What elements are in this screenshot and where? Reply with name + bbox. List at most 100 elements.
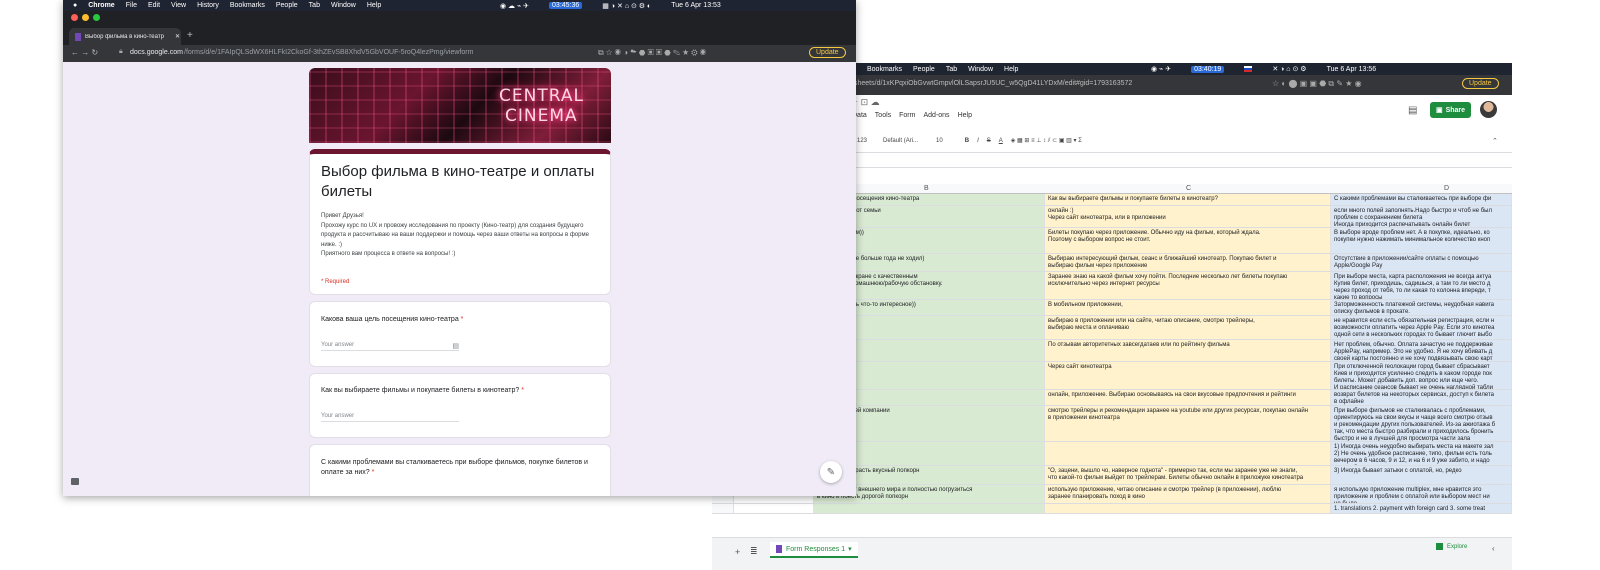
- menu-people-left[interactable]: People: [276, 2, 298, 9]
- tab-chevron-icon: ▾: [848, 546, 852, 553]
- question-2-input[interactable]: Your answer: [321, 413, 459, 422]
- required-star-3: *: [369, 469, 375, 476]
- sheet-tab-form-responses[interactable]: Form Responses 1 ▾: [770, 542, 858, 558]
- cell-d[interactable]: если много полей заполнять.Надо быстро и…: [1331, 206, 1512, 227]
- cell-b[interactable]: [814, 504, 1045, 513]
- minimize-window-icon[interactable]: [82, 14, 89, 21]
- tab-close-icon[interactable]: ✕: [175, 33, 180, 40]
- cell-d-text: Нет проблем, обычно. Оплата зачастую не …: [1334, 342, 1493, 361]
- question-1-input[interactable]: Your answer ▤: [321, 342, 459, 351]
- cell-d[interactable]: Нет проблем, обычно. Оплата зачастую не …: [1331, 340, 1512, 361]
- zoom-select[interactable]: 123: [857, 138, 867, 144]
- cell-c-text: Билеты покупаю через приложение. Обычно …: [1048, 230, 1261, 243]
- cell-d-text: 1) Иногда очень неудобно выбирать места …: [1334, 444, 1494, 464]
- new-tab-icon[interactable]: +: [187, 30, 193, 41]
- cell-c[interactable]: Через сайт кинотеатра: [1045, 362, 1331, 389]
- row-number-cell[interactable]: [712, 504, 734, 513]
- format-icons[interactable]: ◈ ▦ ⊞ ≡ ⊥ ↕ ⫽ ⊂ ▣ ▥ ▾ Σ: [1011, 137, 1082, 145]
- cell-d[interactable]: возврат билетов на некоторых сервисах, д…: [1331, 390, 1512, 405]
- cell-c[interactable]: Заранее знаю на какой фильм хочу пойти. …: [1045, 272, 1331, 299]
- header-d[interactable]: С какими проблемами вы сталкиваетесь при…: [1334, 196, 1491, 202]
- strike-button[interactable]: S: [987, 138, 991, 144]
- menu-addons[interactable]: Add-ons: [923, 112, 949, 119]
- menu-help-doc[interactable]: Help: [958, 112, 972, 119]
- col-b[interactable]: B: [924, 185, 929, 192]
- apple-icon[interactable]: ●: [73, 2, 77, 9]
- edit-fab-button[interactable]: ✎: [820, 461, 842, 483]
- cell-d[interactable]: Заторможенность платежной системы, неудо…: [1331, 300, 1512, 315]
- nav-icons[interactable]: ← → ↻: [71, 48, 98, 57]
- cell-c[interactable]: онлайн, приложение. Выбираю основываясь …: [1045, 390, 1331, 405]
- cell-c[interactable]: онлайн :) Через сайт кинотеатра, или в п…: [1045, 206, 1331, 227]
- cell-c[interactable]: По отзывам авторитетных завсегдатаев или…: [1045, 340, 1331, 361]
- question-3-label: С какими проблемами вы сталкиваетесь при…: [321, 459, 588, 476]
- menu-history[interactable]: History: [197, 2, 219, 9]
- cell-c[interactable]: [1045, 442, 1331, 465]
- sheets-url[interactable]: sheets/d/1xKPqxiObGvwtGmpvlOlLSapsrJU5UC…: [854, 80, 1132, 87]
- cell-c[interactable]: смотрю трейлеры и рекомендации заранее н…: [1045, 406, 1331, 441]
- update-button-left[interactable]: Update: [809, 47, 846, 58]
- menu-view[interactable]: View: [171, 2, 186, 9]
- cell-d[interactable]: Отсутствие в приложении/сайте оплаты с п…: [1331, 254, 1512, 271]
- side-panel-chevron-icon[interactable]: ‹: [1492, 544, 1495, 553]
- cell-d[interactable]: я использую приложение multiplex, мне нр…: [1331, 485, 1512, 503]
- status-timer: 03:40:19: [1191, 65, 1225, 73]
- menu-window[interactable]: Window: [968, 66, 993, 73]
- update-button[interactable]: Update: [1462, 78, 1499, 89]
- zoom-window-icon[interactable]: [93, 14, 100, 21]
- cell-d[interactable]: 3) Иногда бывает затыки с оплатой, но, р…: [1331, 466, 1512, 484]
- cell-d[interactable]: При выборе места, карта расположения не …: [1331, 272, 1512, 299]
- browser-ext-icons[interactable]: ⧉ ☆ ◉ ◑ ☁ ⬣ ▣ ▣ ⬣ ✎ ★ ⚙ ◉: [598, 48, 706, 58]
- font-select[interactable]: Default (Ari...: [883, 138, 918, 144]
- cell-c[interactable]: "О, зацени, вышло чо, наверное годнота" …: [1045, 466, 1331, 484]
- cell-d[interactable]: не нравится если есть обязательная регис…: [1331, 316, 1512, 339]
- cell-d[interactable]: При выборе фильмов не сталкивалась с про…: [1331, 406, 1512, 441]
- cell-d[interactable]: 1. translations 2. payment with foreign …: [1331, 504, 1512, 513]
- menu-window-left[interactable]: Window: [331, 2, 356, 9]
- bold-button[interactable]: B: [965, 138, 969, 144]
- explore-button[interactable]: Explore: [1436, 543, 1467, 550]
- menu-people[interactable]: People: [913, 66, 935, 73]
- menu-tab-left[interactable]: Tab: [309, 2, 320, 9]
- share-button[interactable]: ▣ Share: [1430, 102, 1471, 118]
- menu-tab[interactable]: Tab: [946, 66, 957, 73]
- avatar[interactable]: [1480, 101, 1497, 118]
- menu-edit[interactable]: Edit: [148, 2, 160, 9]
- keyboard-icon[interactable]: ▤: [452, 342, 459, 350]
- menu-file[interactable]: File: [126, 2, 137, 9]
- cell-c[interactable]: выбираю в приложении или на сайте, читаю…: [1045, 316, 1331, 339]
- menu-help-left[interactable]: Help: [367, 2, 381, 9]
- header-c[interactable]: Как вы выбираете фильмы и покупаете биле…: [1048, 196, 1218, 202]
- menu-bookmarks[interactable]: Bookmarks: [867, 66, 902, 73]
- cell-d[interactable]: 1) Иногда очень неудобно выбирать места …: [1331, 442, 1512, 465]
- text-color-button[interactable]: A: [999, 138, 1003, 144]
- size-select[interactable]: 10: [936, 138, 943, 144]
- cell-c[interactable]: Выбираю интересующий фильм, сеанс и ближ…: [1045, 254, 1331, 271]
- comment-icon[interactable]: ▤: [1408, 105, 1417, 116]
- feedback-icon[interactable]: [71, 478, 79, 485]
- menu-tools[interactable]: Tools: [875, 112, 891, 119]
- active-tab[interactable]: Выбор фильма в кино-театр ✕: [69, 28, 181, 45]
- cell-c[interactable]: Билеты покупаю через приложение. Обычно …: [1045, 228, 1331, 253]
- add-sheet-icon[interactable]: +: [735, 547, 740, 557]
- menu-bookmarks-left[interactable]: Bookmarks: [230, 2, 265, 9]
- menu-form[interactable]: Form: [899, 112, 915, 119]
- cell-a[interactable]: [734, 504, 814, 513]
- url-host[interactable]: docs.google.com: [130, 49, 183, 56]
- question-card-1: Какова ваша цель посещения кино-театра *…: [309, 301, 611, 367]
- col-c[interactable]: C: [1186, 185, 1191, 192]
- col-d[interactable]: D: [1444, 185, 1449, 192]
- url-path[interactable]: /forms/d/e/1FAIpQLSdWX6HLFkI2CkoGf-3thZE…: [184, 49, 473, 56]
- cell-c[interactable]: [1045, 504, 1331, 513]
- collapse-icon[interactable]: ⌃: [1492, 137, 1498, 145]
- cell-c[interactable]: использую приложение, читаю описание и с…: [1045, 485, 1331, 503]
- all-sheets-icon[interactable]: ≣: [750, 546, 758, 557]
- cell-d[interactable]: При отключенной геолокации город бывает …: [1331, 362, 1512, 389]
- menu-help[interactable]: Help: [1004, 66, 1018, 73]
- header-b[interactable]: ль посещения кино-театра: [845, 196, 919, 202]
- menu-chrome[interactable]: Chrome: [88, 2, 114, 9]
- cell-d[interactable]: В выборе вроде проблем нет. А в покупке,…: [1331, 228, 1512, 253]
- italic-button[interactable]: I: [977, 138, 979, 144]
- cell-c[interactable]: В мобильном приложении,: [1045, 300, 1331, 315]
- close-window-icon[interactable]: [71, 14, 78, 21]
